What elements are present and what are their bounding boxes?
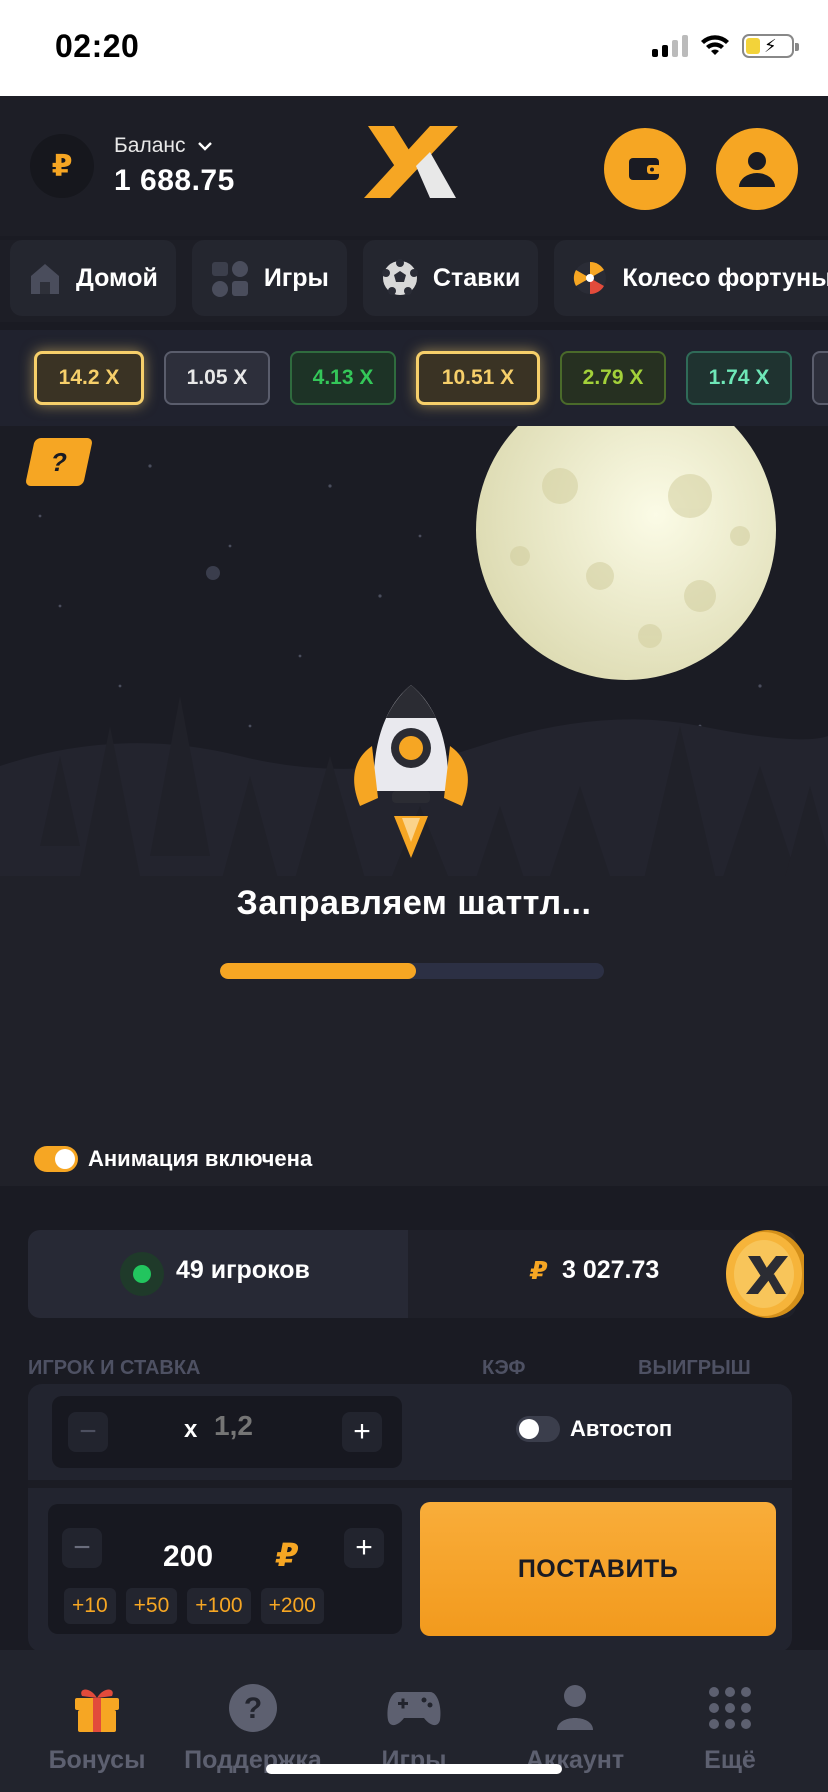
multiplier-chip[interactable]: 4.13 X [290,351,396,405]
soccer-ball-icon [381,259,418,295]
tab-fortune-wheel[interactable]: Колесо фортуны [554,240,828,316]
column-win: ВЫИГРЫШ [638,1357,751,1379]
bet-panel: − x + Автостоп − 200 ₽ + +10 +50 +100 +2… [28,1384,792,1652]
multiplier-history: 14.2 X 1.05 X 4.13 X 10.51 X 2.79 X 1.74… [0,330,828,426]
status-bar: 02:20 ⚡ [0,0,828,96]
quick-amount-button[interactable]: +10 [64,1588,116,1624]
divider [28,1480,792,1488]
nav-games[interactable]: Игры [334,1680,494,1775]
tab-label: Колесо фортуны [622,263,828,292]
pot-value: 3 027.73 [562,1256,660,1284]
animation-toggle[interactable]: Анимация включена [34,1146,312,1172]
amount-currency: ₽ [276,1537,299,1573]
animation-switch[interactable] [34,1146,78,1172]
round-status-text: Заправляем шаттл... [236,884,592,922]
gamepad-icon [387,1692,441,1726]
user-icon [739,152,775,187]
help-button[interactable]: ? [24,438,94,486]
nav-more[interactable]: Ещё [650,1680,810,1775]
players-bar: 49 игроков ₽ 3 027.73 [28,1230,804,1318]
players-count: 49 игроков [176,1256,310,1284]
online-indicator-icon [120,1252,164,1296]
tab-label: Ставки [432,263,521,292]
category-tabs: Домой Игры Ставки Колесо фортуны [0,240,828,322]
autostop-toggle[interactable]: Автостоп [516,1416,672,1442]
currency-icon: ₽ [30,134,94,198]
column-player: ИГРОК И СТАВКА [28,1357,201,1379]
gift-icon [75,1689,119,1732]
wallet-icon [629,158,661,180]
multiplier-chip[interactable]: 1.74 X [686,351,792,405]
nav-account[interactable]: Аккаунт [495,1680,655,1775]
pot-currency: ₽ [530,1257,548,1285]
svg-text:?: ? [244,1692,262,1725]
quick-amount-button[interactable]: +100 [187,1588,251,1624]
help-icon: ? [229,1684,277,1732]
round-progress-fill [220,963,416,979]
games-grid-icon [211,261,248,297]
autostop-switch[interactable] [516,1416,560,1442]
app-header: ₽ Баланс 1 688.75 [0,96,828,236]
bet-amount[interactable]: 200 [163,1540,213,1574]
coin-icon [726,1230,804,1318]
coef-prefix: x [184,1416,198,1443]
chevron-down-icon [197,134,213,158]
quick-amount-button[interactable]: +50 [125,1588,178,1624]
fortune-wheel-icon [574,261,607,295]
battery-icon: ⚡ [742,34,799,58]
nav-label: Ещё [704,1746,756,1774]
status-time: 02:20 [55,28,140,64]
game-area: ? Заправляем шаттл... Анимация включена [0,426,828,1186]
multiplier-chip[interactable]: 14.2 X [34,351,144,405]
tab-bets[interactable]: Ставки [362,240,539,316]
coef-decrease-button[interactable]: − [68,1412,108,1452]
autostop-coef-input[interactable] [214,1410,314,1442]
status-icons: ⚡ [652,34,799,58]
column-coef: КЭФ [482,1357,526,1379]
dots-grid-icon [709,1687,751,1729]
balance-value: 1 688.75 [114,164,235,197]
amount-increase-button[interactable]: + [344,1528,384,1568]
tab-home[interactable]: Домой [10,240,176,316]
home-icon [31,264,59,294]
quick-amounts: +10 +50 +100 +200 [64,1588,324,1624]
nav-label: Бонусы [48,1746,146,1774]
multiplier-chip-partial[interactable] [812,351,828,405]
tab-label: Игры [263,263,329,292]
home-indicator [266,1764,562,1774]
signal-icon [652,35,688,57]
person-icon [557,1685,593,1730]
autostop-coef-stepper: − x + [52,1396,402,1468]
round-progress-bar [220,963,604,979]
multiplier-chip[interactable]: 1.05 X [164,351,270,405]
multiplier-chip[interactable]: 10.51 X [416,351,540,405]
nav-bonuses[interactable]: Бонусы [17,1680,177,1775]
bet-amount-stepper: − 200 ₽ + +10 +50 +100 +200 [48,1504,402,1634]
autostop-label: Автостоп [570,1416,673,1441]
place-bet-button[interactable]: ПОСТАВИТЬ [420,1502,776,1636]
night-scene [0,426,828,1186]
animation-label: Анимация включена [88,1146,313,1171]
tab-games[interactable]: Игры [191,240,347,316]
profile-button[interactable] [716,128,798,210]
quick-amount-button[interactable]: +200 [260,1588,324,1624]
tab-label: Домой [76,263,158,292]
wallet-button[interactable] [604,128,686,210]
nav-support[interactable]: ? Поддержка [173,1680,333,1775]
coef-increase-button[interactable]: + [342,1412,382,1452]
balance-dropdown[interactable]: Баланс [114,134,213,158]
multiplier-chip[interactable]: 2.79 X [560,351,666,405]
amount-decrease-button[interactable]: − [62,1528,102,1568]
balance-label: Баланс [114,134,186,157]
brand-logo[interactable] [364,122,460,202]
wifi-icon [701,35,729,55]
